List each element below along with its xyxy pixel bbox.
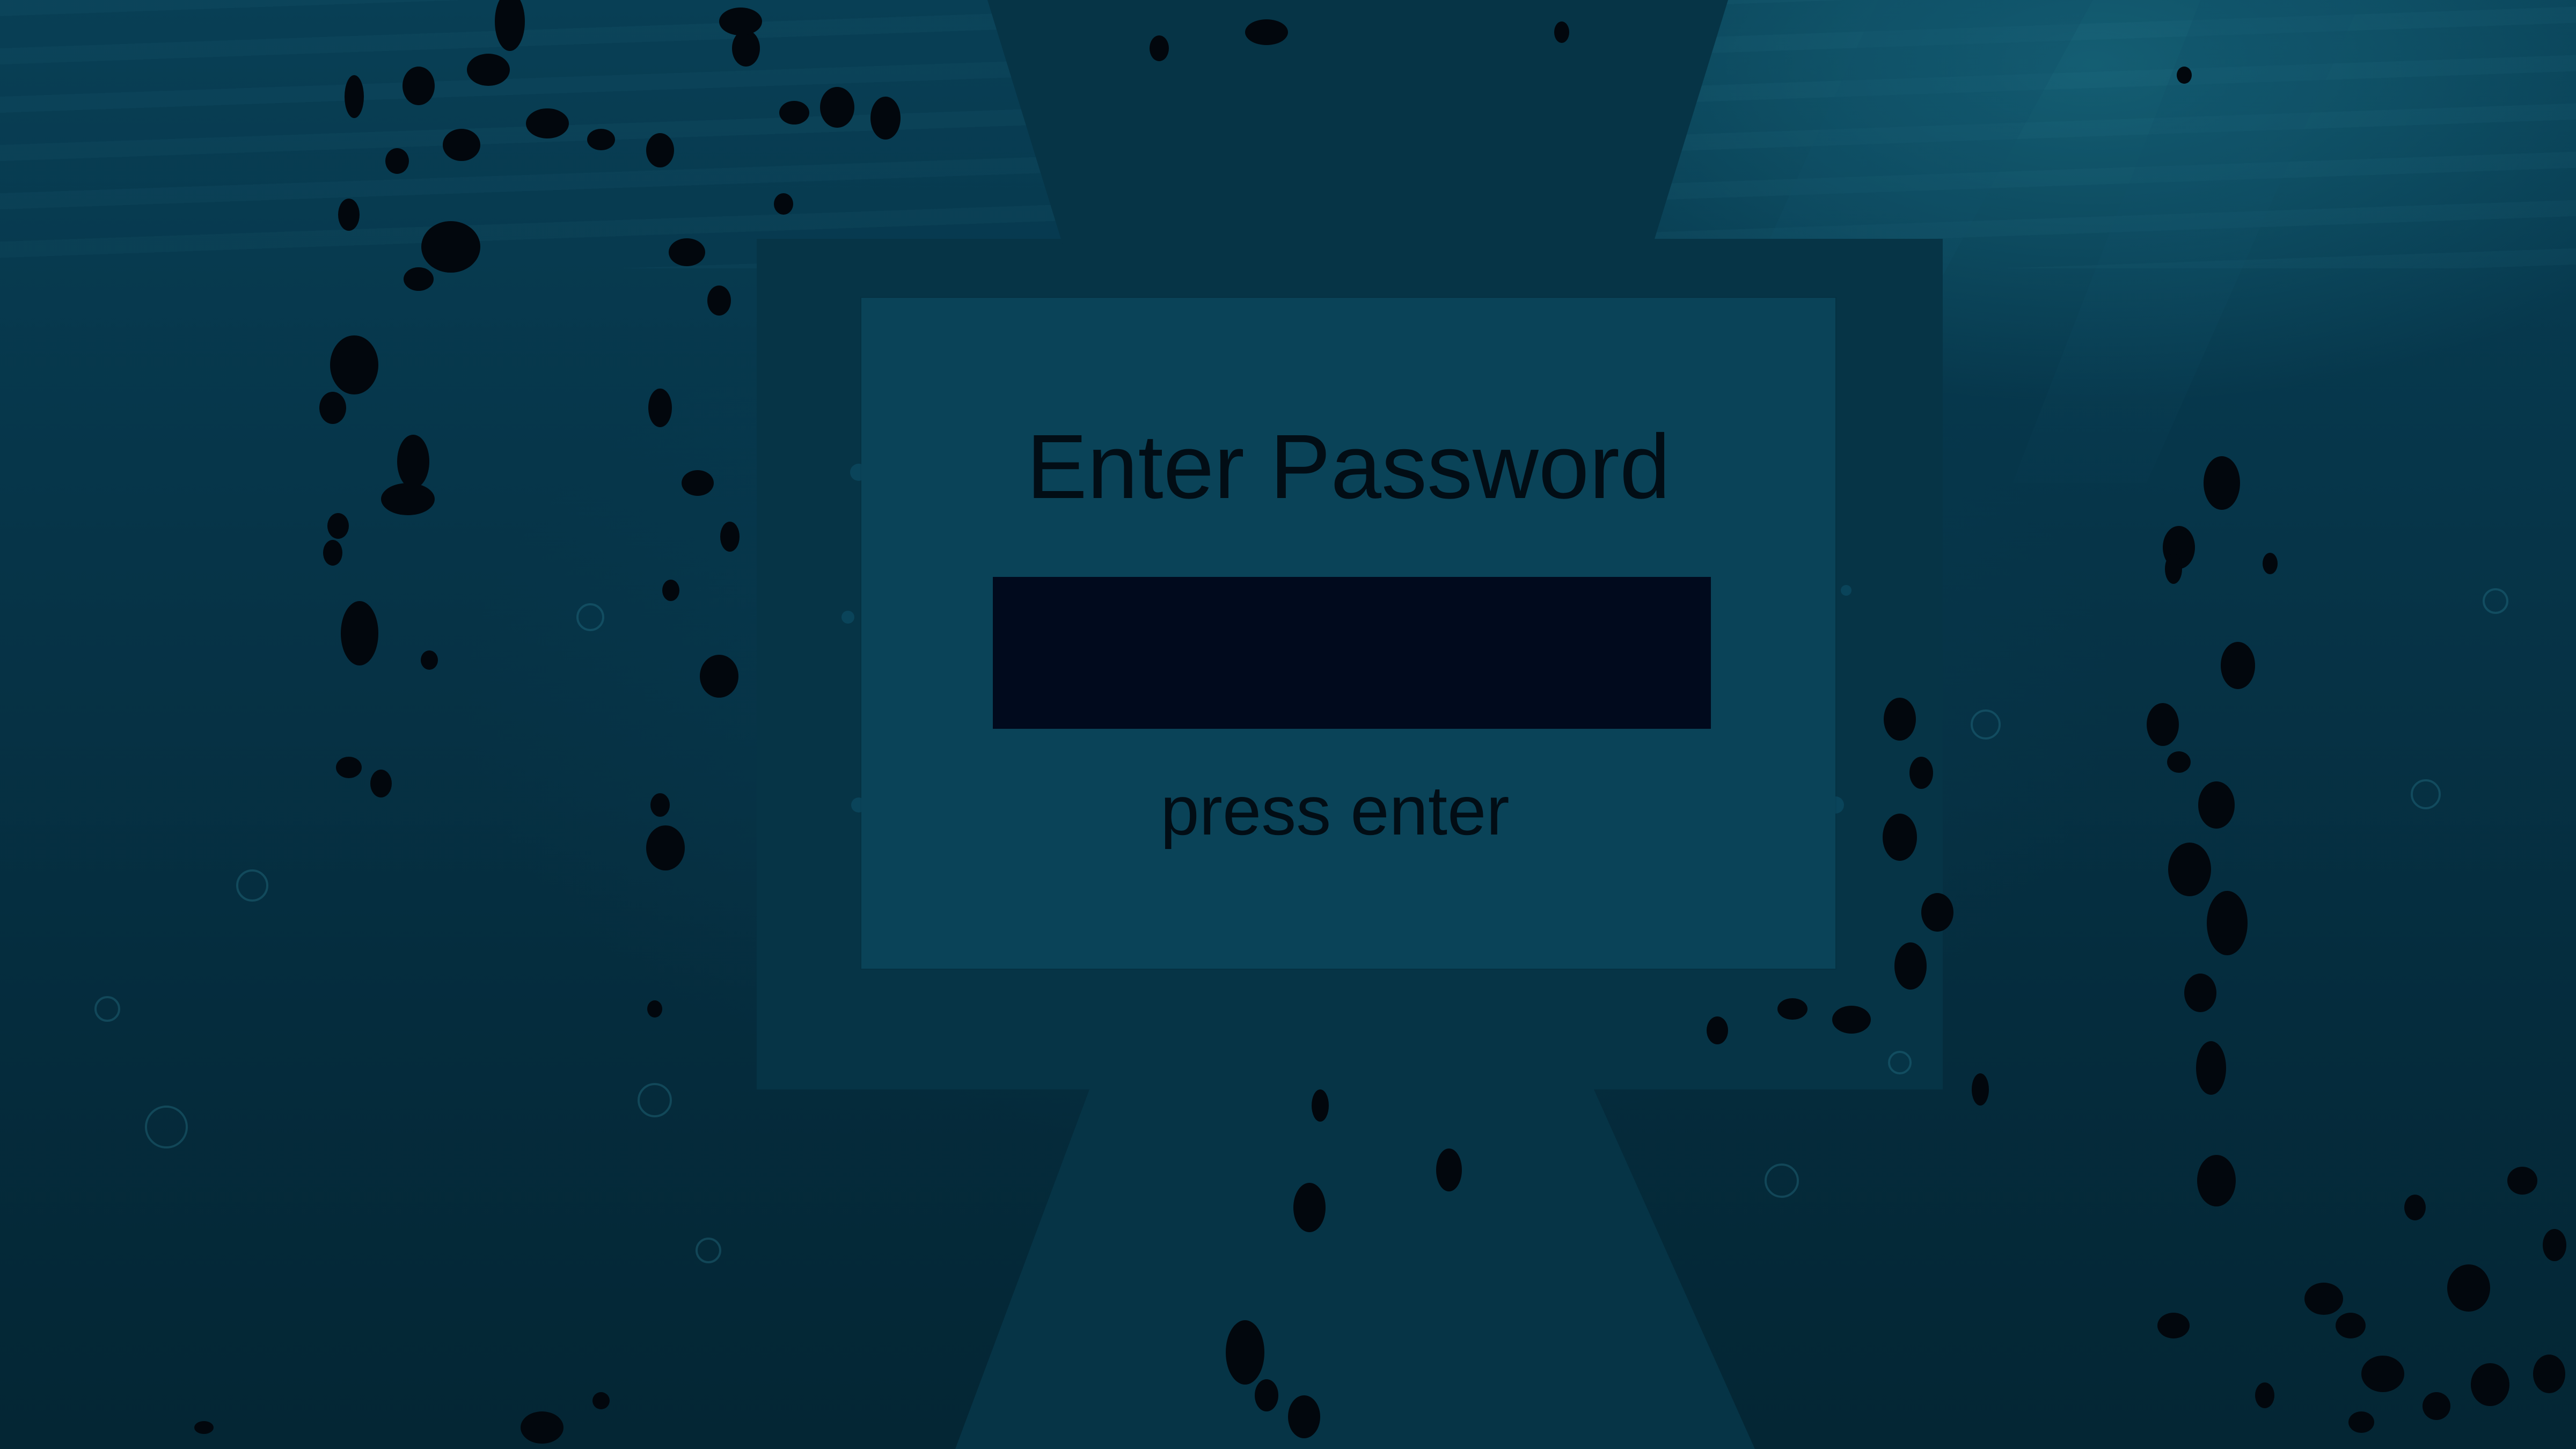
press-enter-hint: press enter — [1160, 771, 1510, 850]
dialog-title: Enter Password — [1026, 416, 1671, 518]
password-input[interactable] — [993, 577, 1711, 729]
login-screen: Enter Password press enter — [0, 0, 2576, 1449]
frame-bottom-trapezoid — [955, 1089, 1755, 1449]
frame-top-trapezoid — [987, 0, 1728, 244]
